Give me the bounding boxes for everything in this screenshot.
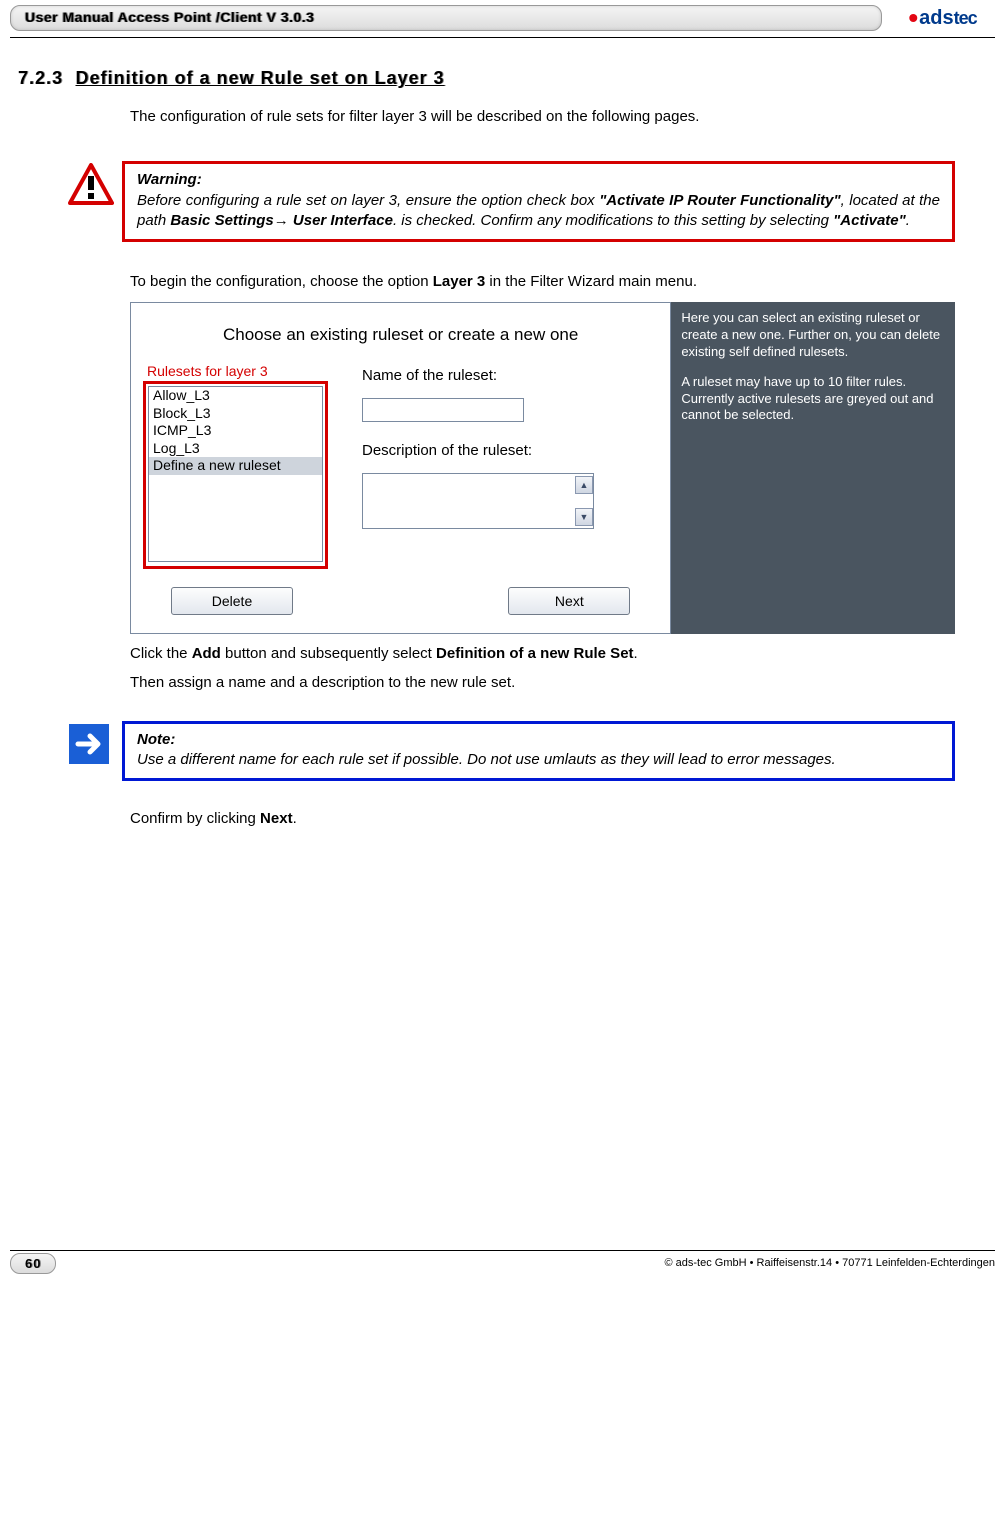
warning-q1: "Activate IP Router Functionality" [599, 192, 840, 209]
begin-bold: Layer 3 [433, 273, 486, 290]
note-body: Use a different name for each rule set i… [137, 750, 940, 770]
warning-title: Warning: [137, 170, 940, 190]
ruleset-listbox[interactable]: Allow_L3 Block_L3 ICMP_L3 Log_L3 Define … [143, 381, 328, 569]
desc-textarea[interactable]: ▲ ▼ [362, 473, 594, 529]
warning-row: Warning: Before configuring a rule set o… [68, 161, 955, 242]
footer-copyright: © ads-tec GmbH • Raiffeisenstr.14 • 7077… [56, 1257, 995, 1269]
warning-q2: "Activate" [833, 212, 906, 229]
list-item[interactable]: ICMP_L3 [149, 422, 322, 440]
name-label: Name of the ruleset: [362, 367, 652, 384]
confirm-a: Confirm by clicking [130, 810, 260, 827]
begin-pre: To begin the configuration, choose the o… [130, 273, 433, 290]
note-title: Note: [137, 730, 940, 750]
wizard-heading: Choose an existing ruleset or create a n… [131, 303, 670, 363]
warning-box: Warning: Before configuring a rule set o… [122, 161, 955, 242]
header-bar: User Manual Access Point /Client V 3.0.3… [0, 0, 1005, 34]
click-c: button and subsequently select [221, 645, 436, 662]
list-item[interactable]: Log_L3 [149, 440, 322, 458]
header-title: User Manual Access Point /Client V 3.0.3 [25, 9, 314, 25]
confirm-c: . [293, 810, 297, 827]
warning-pre: Before configuring a rule set on layer 3… [137, 192, 599, 209]
list-item[interactable]: Block_L3 [149, 405, 322, 423]
click-b: Add [192, 645, 221, 662]
confirm-b: Next [260, 810, 293, 827]
screenshot: Choose an existing ruleset or create a n… [130, 302, 955, 634]
warning-path: Basic Settings→ User Interface [170, 212, 393, 229]
name-input[interactable] [362, 398, 524, 422]
help-p1: Here you can select an existing ruleset … [681, 310, 945, 360]
click-paragraph: Click the Add button and subsequently se… [130, 644, 955, 664]
note-box: Note: Use a different name for each rule… [122, 721, 955, 782]
then-paragraph: Then assign a name and a description to … [130, 673, 955, 693]
delete-button[interactable]: Delete [171, 587, 293, 615]
begin-after: in the Filter Wizard main menu. [485, 273, 697, 290]
logo-text-suffix: tec [954, 8, 977, 29]
scroll-down-icon[interactable]: ▼ [575, 508, 593, 526]
warning-post1: . is checked. Confirm any modifications … [393, 212, 833, 229]
note-icon [68, 721, 122, 782]
logo-text-prefix: ads [919, 7, 953, 30]
wizard-panel: Choose an existing ruleset or create a n… [130, 302, 671, 634]
warning-body: Before configuring a rule set on layer 3… [137, 191, 940, 232]
footer: 60 © ads-tec GmbH • Raiffeisenstr.14 • 7… [10, 1250, 995, 1274]
textarea-scrollbar[interactable]: ▲ ▼ [575, 476, 591, 526]
click-e: . [634, 645, 638, 662]
logo-dot-icon: • [908, 13, 918, 23]
click-a: Click the [130, 645, 192, 662]
list-item[interactable]: Allow_L3 [149, 387, 322, 405]
page-number: 60 [10, 1253, 56, 1274]
warning-icon [68, 161, 122, 242]
intro-paragraph: The configuration of rule sets for filte… [130, 107, 955, 127]
note-row: Note: Use a different name for each rule… [68, 721, 955, 782]
list-item-selected[interactable]: Define a new ruleset [149, 457, 322, 475]
header-title-wrap: User Manual Access Point /Client V 3.0.3 [10, 5, 882, 31]
begin-paragraph: To begin the configuration, choose the o… [130, 272, 955, 292]
section-heading: 7.2.3 Definition of a new Rule set on La… [18, 68, 955, 89]
logo: • ads tec [890, 4, 995, 32]
ruleset-list-label: Rulesets for layer 3 [143, 363, 328, 379]
confirm-paragraph: Confirm by clicking Next. [130, 809, 955, 829]
wizard-help-panel: Here you can select an existing ruleset … [671, 302, 955, 634]
section-number: 7.2.3 [18, 68, 63, 89]
desc-label: Description of the ruleset: [362, 442, 652, 459]
warning-post2: . [906, 212, 910, 229]
click-d: Definition of a new Rule Set [436, 645, 634, 662]
scroll-up-icon[interactable]: ▲ [575, 476, 593, 494]
next-button[interactable]: Next [508, 587, 630, 615]
help-p2: A ruleset may have up to 10 filter rules… [681, 374, 945, 424]
section-title: Definition of a new Rule set on Layer 3 [76, 68, 445, 88]
